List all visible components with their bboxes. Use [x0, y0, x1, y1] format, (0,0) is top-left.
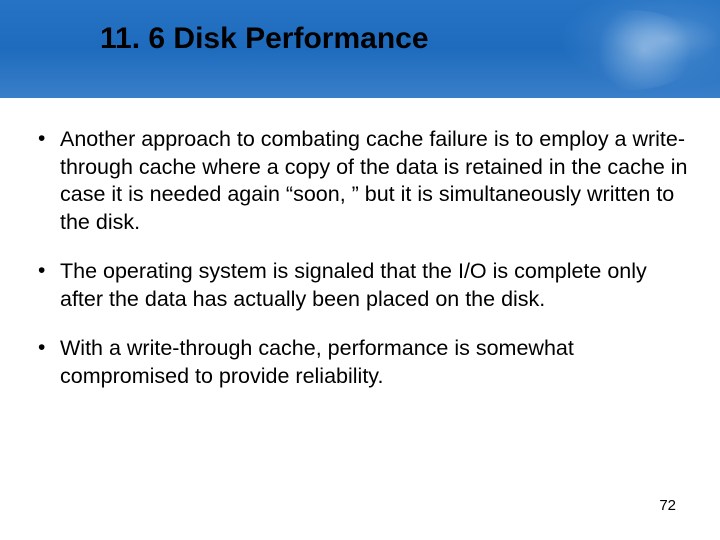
- bullet-item: With a write-through cache, performance …: [32, 335, 688, 390]
- header-decoration-graphic: [540, 0, 720, 98]
- bullet-item: Another approach to combating cache fail…: [32, 126, 688, 236]
- page-number: 72: [659, 497, 676, 514]
- slide-title: 11. 6 Disk Performance: [100, 22, 429, 56]
- bullet-item: The operating system is signaled that th…: [32, 258, 688, 313]
- bullet-list: Another approach to combating cache fail…: [32, 126, 688, 390]
- content-area: Another approach to combating cache fail…: [0, 98, 720, 390]
- header-banner: 11. 6 Disk Performance: [0, 0, 720, 98]
